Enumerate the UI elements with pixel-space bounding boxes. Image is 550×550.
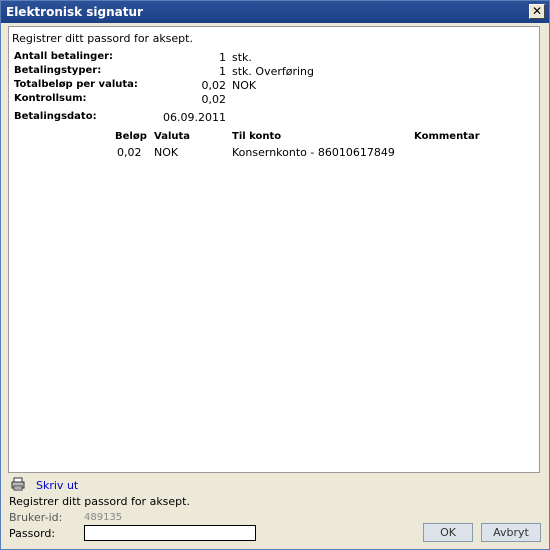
- checksum-value: 0,02: [201, 93, 227, 106]
- row-to-account: Konsernkonto - 86010617849: [232, 146, 395, 159]
- payment-summary-panel: Registrer ditt passord for aksept. Antal…: [8, 26, 540, 473]
- print-link[interactable]: Skriv ut: [36, 479, 78, 492]
- payments-count-value: 1: [219, 51, 226, 64]
- close-icon: ✕: [531, 4, 543, 18]
- checksum-row: Kontrollsum: 0,02: [14, 93, 226, 107]
- printer-icon[interactable]: [11, 477, 25, 491]
- payments-count-unit: stk.: [232, 51, 252, 64]
- password-input[interactable]: [84, 525, 256, 541]
- payments-count-row: Antall betalinger: 1: [14, 51, 226, 65]
- ok-button[interactable]: OK: [423, 523, 473, 542]
- total-amount-value: 0,02: [201, 79, 227, 92]
- payment-date-value: 06.09.2011: [163, 111, 226, 124]
- payment-types-row: Betalingstyper: 1: [14, 65, 226, 79]
- payment-types-value: 1: [219, 65, 226, 78]
- total-amount-row: Totalbeløp per valuta: 0,02: [14, 79, 226, 93]
- window-title: Elektronisk signatur: [6, 5, 143, 19]
- total-amount-label: Totalbeløp per valuta:: [14, 79, 138, 90]
- signature-dialog: Elektronisk signatur ✕ Registrer ditt pa…: [0, 0, 550, 550]
- close-button[interactable]: ✕: [529, 4, 545, 19]
- total-amount-currency: NOK: [232, 79, 257, 92]
- user-id-label: Bruker-id:: [9, 511, 63, 524]
- checksum-label: Kontrollsum:: [14, 93, 87, 104]
- instruction-text: Registrer ditt passord for aksept.: [12, 32, 193, 45]
- to-account-column-header: Til konto: [232, 131, 282, 142]
- payments-count-label: Antall betalinger:: [14, 51, 114, 62]
- amount-column-header: Beløp: [115, 131, 147, 142]
- comment-column-header: Kommentar: [414, 131, 480, 142]
- row-currency: NOK: [154, 146, 179, 159]
- row-amount: 0,02: [117, 146, 142, 159]
- currency-column-header: Valuta: [154, 131, 191, 142]
- payment-types-label: Betalingstyper:: [14, 65, 102, 76]
- dialog-footer: Skriv ut Registrer ditt passord for akse…: [0, 474, 550, 550]
- user-id-value: 489135: [84, 512, 123, 523]
- title-bar[interactable]: Elektronisk signatur ✕: [1, 1, 549, 23]
- payment-date-row: Betalingsdato: 06.09.2011: [14, 111, 226, 125]
- payment-types-unit: stk. Overføring: [232, 65, 315, 78]
- password-label: Passord:: [9, 527, 56, 540]
- password-prompt: Registrer ditt passord for aksept.: [9, 495, 190, 508]
- cancel-button[interactable]: Avbryt: [481, 523, 541, 542]
- payment-date-label: Betalingsdato:: [14, 111, 97, 122]
